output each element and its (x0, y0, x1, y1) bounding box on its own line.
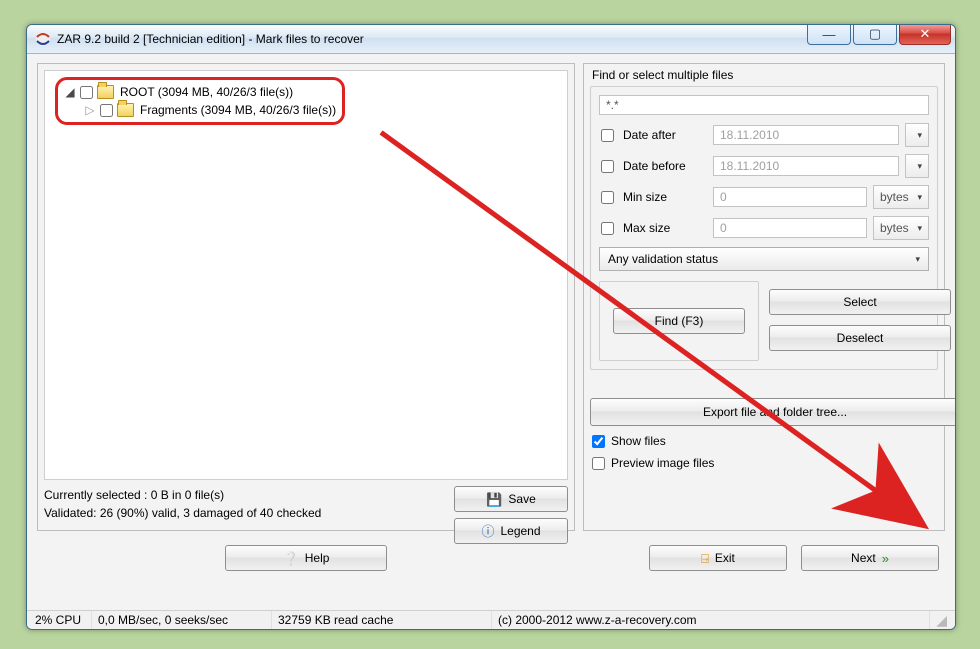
arrow-right-icon: » (882, 552, 889, 565)
show-files-checkbox[interactable] (592, 435, 605, 448)
status-io: 0,0 MB/sec, 0 seeks/sec (91, 611, 271, 629)
export-tree-button[interactable]: Export file and folder tree... (590, 398, 956, 426)
folder-icon (97, 85, 114, 99)
date-after-input[interactable] (713, 125, 899, 145)
filter-heading: Find or select multiple files (592, 68, 938, 82)
maximize-button[interactable]: ▢ (853, 24, 897, 45)
date-before-label: Date before (623, 159, 707, 173)
select-button[interactable]: Select (769, 289, 951, 315)
selection-status: Currently selected : 0 B in 0 file(s) (44, 486, 446, 504)
save-button[interactable]: 💾 Save (454, 486, 568, 512)
date-after-picker-button[interactable]: ▾ (905, 123, 929, 147)
max-size-row: Max size bytes▾ (599, 216, 929, 240)
help-icon: ❔ (283, 552, 299, 565)
help-button[interactable]: ❔ Help (225, 545, 387, 571)
find-select-panel: Find or select multiple files Date after… (583, 63, 945, 531)
tree-label: Fragments (3094 MB, 40/26/3 file(s)) (140, 103, 336, 117)
resize-grip-icon[interactable]: ◢ (929, 611, 953, 629)
tree-checkbox-root[interactable] (80, 86, 93, 99)
minimize-button[interactable]: — (807, 24, 851, 45)
min-size-label: Min size (623, 190, 707, 204)
status-copyright: (c) 2000-2012 www.z-a-recovery.com (491, 611, 933, 629)
date-before-row: Date before ▾ (599, 154, 929, 178)
validation-status: Validated: 26 (90%) valid, 3 damaged of … (44, 504, 446, 522)
next-button[interactable]: Next » (801, 545, 939, 571)
folder-icon (117, 103, 134, 117)
max-size-input[interactable] (713, 218, 867, 238)
max-size-label: Max size (623, 221, 707, 235)
info-icon: ⓘ (481, 525, 494, 538)
app-window: ZAR 9.2 build 2 [Technician edition] - M… (26, 24, 956, 630)
date-before-input[interactable] (713, 156, 899, 176)
min-size-row: Min size bytes▾ (599, 185, 929, 209)
min-size-input[interactable] (713, 187, 867, 207)
legend-button[interactable]: ⓘ Legend (454, 518, 568, 544)
file-tree[interactable]: ◢ ROOT (3094 MB, 40/26/3 file(s)) ▷ Frag… (44, 70, 568, 480)
date-before-picker-button[interactable]: ▾ (905, 154, 929, 178)
exit-button[interactable]: ⍈ Exit (649, 545, 787, 571)
show-files-label: Show files (611, 434, 666, 448)
max-size-unit-select[interactable]: bytes▾ (873, 216, 929, 240)
tree-row-root[interactable]: ◢ ROOT (3094 MB, 40/26/3 file(s)) (64, 83, 336, 101)
min-size-unit-select[interactable]: bytes▾ (873, 185, 929, 209)
titlebar[interactable]: ZAR 9.2 build 2 [Technician edition] - M… (27, 25, 955, 54)
max-size-checkbox[interactable] (601, 222, 614, 235)
min-size-checkbox[interactable] (601, 191, 614, 204)
door-exit-icon: ⍈ (701, 552, 709, 565)
deselect-button[interactable]: Deselect (769, 325, 951, 351)
status-cache: 32759 KB read cache (271, 611, 491, 629)
date-after-row: Date after ▾ (599, 123, 929, 147)
tree-checkbox-fragments[interactable] (100, 104, 113, 117)
expand-icon[interactable]: ▷ (84, 103, 96, 117)
tree-row-fragments[interactable]: ▷ Fragments (3094 MB, 40/26/3 file(s)) (64, 101, 336, 119)
files-panel: ◢ ROOT (3094 MB, 40/26/3 file(s)) ▷ Frag… (37, 63, 575, 531)
preview-images-checkbox[interactable] (592, 457, 605, 470)
app-icon (35, 31, 51, 47)
tree-label: ROOT (3094 MB, 40/26/3 file(s)) (120, 85, 293, 99)
status-bar: 2% CPU 0,0 MB/sec, 0 seeks/sec 32759 KB … (27, 610, 955, 629)
date-before-checkbox[interactable] (601, 160, 614, 173)
find-button[interactable]: Find (F3) (613, 308, 745, 334)
tree-highlight-annotation: ◢ ROOT (3094 MB, 40/26/3 file(s)) ▷ Frag… (55, 77, 345, 125)
date-after-checkbox[interactable] (601, 129, 614, 142)
window-title: ZAR 9.2 build 2 [Technician edition] - M… (57, 32, 364, 46)
close-button[interactable]: ✕ (899, 24, 951, 45)
date-after-label: Date after (623, 128, 707, 142)
preview-images-label: Preview image files (611, 456, 714, 470)
validation-status-select[interactable]: Any validation status▾ (599, 247, 929, 271)
floppy-icon: 💾 (486, 493, 502, 506)
status-cpu: 2% CPU (29, 611, 91, 629)
expand-icon[interactable]: ◢ (64, 85, 76, 99)
filename-mask-input[interactable] (599, 95, 929, 115)
